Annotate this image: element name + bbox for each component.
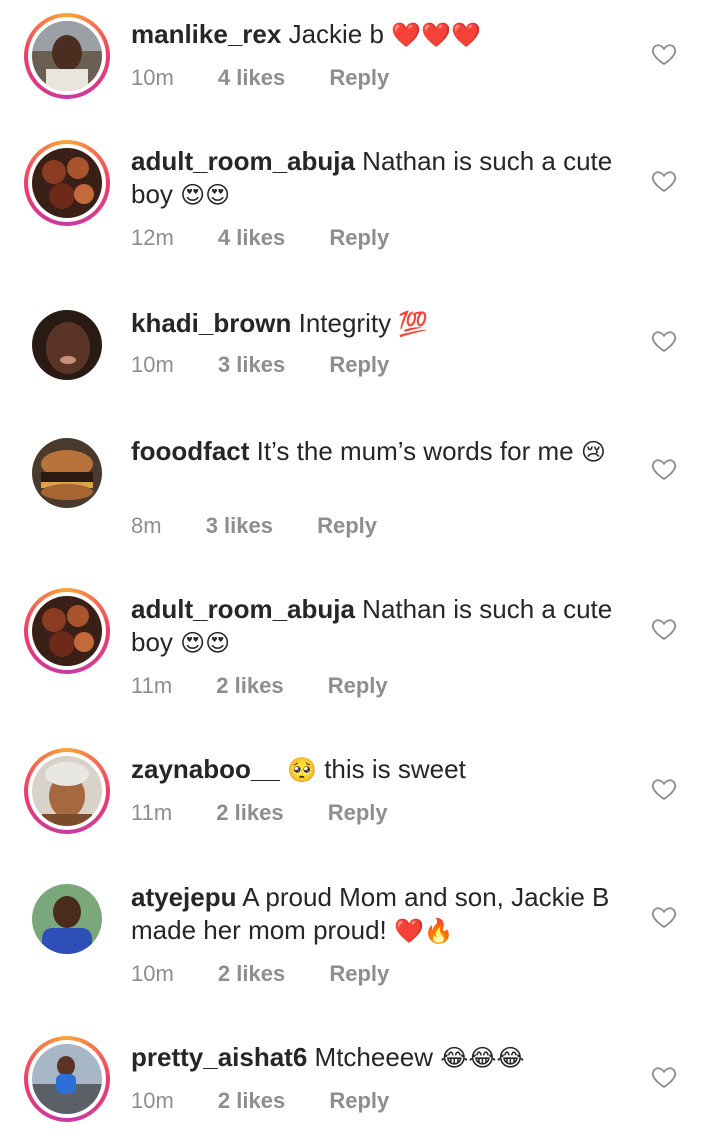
comment-text: zaynaboo__ 🥺 this is sweet	[131, 753, 631, 787]
comment-emoji: ❤️❤️❤️	[391, 21, 481, 49]
heart-outline-icon[interactable]	[650, 40, 678, 68]
comment-time: 8m	[131, 513, 162, 538]
comment-likes[interactable]: 3 likes	[218, 352, 285, 378]
avatar-story-ring[interactable]	[24, 140, 110, 226]
comment-text: manlike_rex Jackie b ❤️❤️❤️	[131, 18, 631, 52]
avatar-story-ring[interactable]	[24, 588, 110, 674]
avatar-ring[interactable]	[24, 302, 110, 388]
comment-likes[interactable]: 2 likes	[216, 800, 283, 826]
avatar-ring[interactable]	[24, 876, 110, 962]
avatar[interactable]	[32, 756, 102, 826]
heart-outline-icon[interactable]	[650, 327, 678, 355]
comment-username[interactable]: adult_room_abuja	[131, 594, 355, 624]
comment-text: atyejepu A proud Mom and son, Jackie B m…	[131, 881, 631, 948]
avatar[interactable]	[32, 1044, 102, 1114]
comment-emoji: 💯	[398, 310, 429, 338]
comment-emoji: 🥺	[287, 756, 317, 784]
comment-time: 10m	[131, 65, 174, 90]
avatar[interactable]	[32, 438, 102, 508]
comment-meta: 10m 2 likes Reply	[131, 961, 427, 987]
avatar[interactable]	[32, 310, 102, 380]
comment-likes[interactable]: 2 likes	[218, 1088, 285, 1114]
comment-username[interactable]: atyejepu	[131, 882, 237, 912]
comment-body: this is sweet	[324, 754, 466, 784]
reply-button[interactable]: Reply	[328, 673, 388, 699]
comment-body: It’s the mum’s words for me	[256, 436, 574, 466]
comment-likes[interactable]: 2 likes	[218, 961, 285, 987]
comment-emoji: 😂😂😂	[440, 1044, 525, 1072]
comment-text: adult_room_abuja Nathan is such a cute b…	[131, 145, 631, 212]
comment-meta: 10m 4 likes Reply	[131, 65, 427, 91]
heart-outline-icon[interactable]	[650, 615, 678, 643]
comment-emoji: 😍😍	[180, 181, 231, 209]
comment-text: khadi_brown Integrity 💯	[131, 307, 631, 341]
comment-meta: 10m 2 likes Reply	[131, 1088, 427, 1114]
comment-body: Integrity	[298, 308, 392, 338]
comment-time: 11m	[131, 800, 173, 825]
comment-body: Mtcheeew	[314, 1042, 434, 1072]
heart-outline-icon[interactable]	[650, 455, 678, 483]
heart-outline-icon[interactable]	[650, 903, 678, 931]
comment-username[interactable]: fooodfact	[131, 436, 249, 466]
avatar-ring[interactable]	[24, 430, 110, 516]
comment-meta: 12m 4 likes Reply	[131, 225, 427, 251]
comment-meta: 11m 2 likes Reply	[131, 800, 426, 826]
avatar-story-ring[interactable]	[24, 748, 110, 834]
reply-button[interactable]: Reply	[329, 352, 389, 378]
comment-username[interactable]: manlike_rex	[131, 19, 281, 49]
avatar-story-ring[interactable]	[24, 13, 110, 99]
comment-emoji: ❤️🔥	[394, 917, 454, 945]
comment-username[interactable]: pretty_aishat6	[131, 1042, 307, 1072]
avatar[interactable]	[32, 596, 102, 666]
comment-emoji: 😍😍	[180, 629, 231, 657]
comment-emoji: 😢	[580, 438, 606, 466]
avatar[interactable]	[32, 21, 102, 91]
avatar[interactable]	[32, 884, 102, 954]
reply-button[interactable]: Reply	[317, 513, 377, 539]
reply-button[interactable]: Reply	[329, 65, 389, 91]
comment-text: fooodfact It’s the mum’s words for me 😢	[131, 435, 631, 469]
comment-likes[interactable]: 3 likes	[206, 513, 273, 539]
comment-meta: 11m 2 likes Reply	[131, 673, 426, 699]
reply-button[interactable]: Reply	[328, 800, 388, 826]
comment-username[interactable]: adult_room_abuja	[131, 146, 355, 176]
comment-body: Jackie b	[288, 19, 384, 49]
comment-time: 11m	[131, 673, 173, 698]
heart-outline-icon[interactable]	[650, 167, 678, 195]
avatar-story-ring[interactable]	[24, 1036, 110, 1122]
comment-time: 10m	[131, 961, 174, 986]
heart-outline-icon[interactable]	[650, 775, 678, 803]
reply-button[interactable]: Reply	[329, 961, 389, 987]
comment-likes[interactable]: 4 likes	[218, 225, 285, 251]
heart-outline-icon[interactable]	[650, 1063, 678, 1091]
comment-time: 10m	[131, 352, 174, 377]
comment-username[interactable]: zaynaboo__	[131, 754, 280, 784]
comment-likes[interactable]: 4 likes	[218, 65, 285, 91]
reply-button[interactable]: Reply	[329, 225, 389, 251]
comment-likes[interactable]: 2 likes	[216, 673, 283, 699]
comment-username[interactable]: khadi_brown	[131, 308, 291, 338]
reply-button[interactable]: Reply	[329, 1088, 389, 1114]
comment-time: 10m	[131, 1088, 174, 1113]
comment-time: 12m	[131, 225, 174, 250]
comment-meta: 10m 3 likes Reply	[131, 352, 427, 378]
comment-text: pretty_aishat6 Mtcheeew 😂😂😂	[131, 1041, 631, 1075]
comment-text: adult_room_abuja Nathan is such a cute b…	[131, 593, 631, 660]
comment-meta: 8m 3 likes Reply	[131, 513, 415, 539]
avatar[interactable]	[32, 148, 102, 218]
